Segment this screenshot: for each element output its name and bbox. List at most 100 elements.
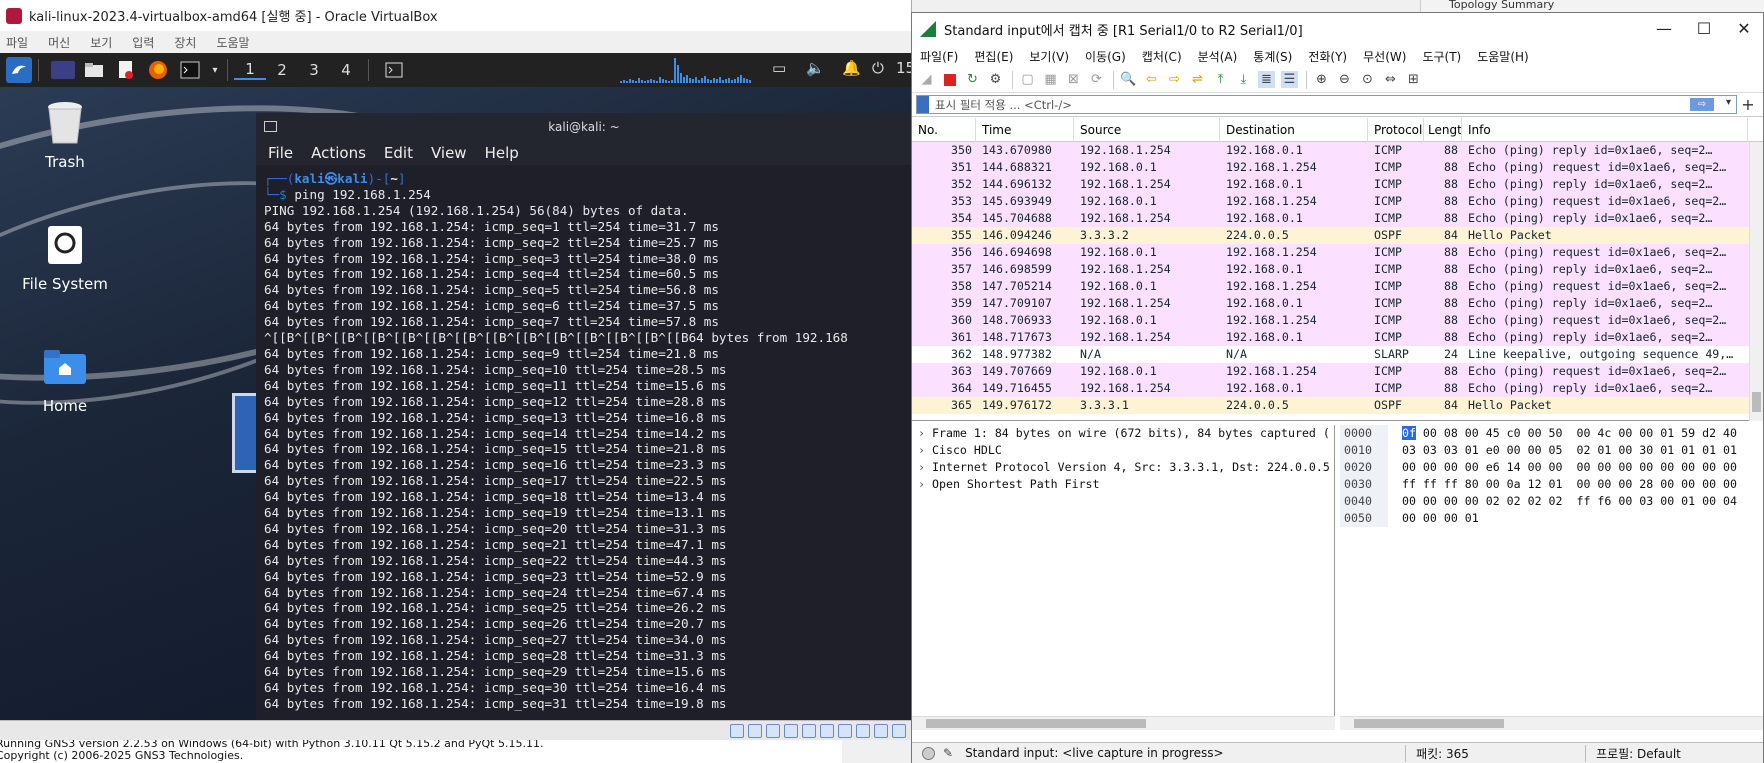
cpu-status-icon[interactable] xyxy=(874,724,888,738)
zoom-out-icon[interactable]: ⊖ xyxy=(1336,71,1353,88)
desktop-icon-trash[interactable]: Trash xyxy=(10,101,120,171)
column-protocol[interactable]: Protocol xyxy=(1368,117,1424,142)
mouse-status-icon[interactable] xyxy=(892,724,906,738)
bytes-row[interactable]: 0030 ff ff ff 80 00 0a 12 01 00 00 00 28… xyxy=(1340,476,1763,493)
last-packet-icon[interactable]: ⤓ xyxy=(1235,71,1252,88)
details-hscrollbar[interactable] xyxy=(912,716,1335,730)
go-back-icon[interactable]: ⇦ xyxy=(1143,71,1160,88)
ws-menu-telephony[interactable]: 전화(Y) xyxy=(1308,48,1347,65)
packet-row[interactable]: 360 148.706933 192.168.0.1 192.168.1.254 ICM… xyxy=(912,312,1763,329)
profile-indicator[interactable]: 프로필: Default xyxy=(1585,744,1681,762)
detail-row-frame[interactable]: › Frame 1: 84 bytes on wire (672 bits), 8… xyxy=(912,425,1334,442)
scrollbar-thumb[interactable] xyxy=(1752,392,1761,412)
recording-status-icon[interactable] xyxy=(856,724,870,738)
detail-row-ipv4[interactable]: › Internet Protocol Version 4, Src: 3.3.3… xyxy=(912,459,1334,476)
comment-icon[interactable]: ✎ xyxy=(943,746,953,760)
vbox-menu-devices[interactable]: 장치 xyxy=(174,34,196,51)
layout-icon[interactable]: ⊞ xyxy=(1405,71,1422,88)
colorize-icon[interactable]: ☰ xyxy=(1281,71,1298,88)
file-manager-icon[interactable] xyxy=(81,57,107,83)
show-desktop-icon[interactable] xyxy=(51,61,75,79)
active-window-terminal-icon[interactable] xyxy=(381,57,407,83)
clock[interactable]: 15 xyxy=(896,59,912,77)
ws-menu-capture[interactable]: 캡처(C) xyxy=(1142,48,1182,65)
reload-file-icon[interactable]: ⟳ xyxy=(1088,71,1105,88)
chevron-down-icon[interactable]: ▾ xyxy=(1726,97,1731,108)
packet-row[interactable]: 358 147.705214 192.168.0.1 192.168.1.254 ICM… xyxy=(912,278,1763,295)
stop-capture-icon[interactable] xyxy=(941,71,958,88)
resize-columns-icon[interactable]: ⇔ xyxy=(1382,71,1399,88)
bytes-row[interactable]: 0050 00 00 00 01 xyxy=(1340,510,1763,527)
ws-menu-help[interactable]: 도움말(H) xyxy=(1477,48,1529,65)
bytes-row[interactable]: 0020 00 00 00 00 e6 14 00 00 00 00 00 00… xyxy=(1340,459,1763,476)
audio-status-icon[interactable] xyxy=(766,724,780,738)
packet-row[interactable]: 361 148.717673 192.168.1.254 192.168.0.1 ICM… xyxy=(912,329,1763,346)
packet-row[interactable]: 363 149.707669 192.168.0.1 192.168.1.254 ICM… xyxy=(912,363,1763,380)
workspace-1[interactable]: 1 xyxy=(234,60,266,80)
bytes-row[interactable]: 0000 0f 00 08 00 45 c0 00 50 00 4c 00 00… xyxy=(1340,425,1763,442)
column-destination[interactable]: Destination xyxy=(1220,117,1368,142)
chevron-down-icon[interactable]: ▾ xyxy=(209,57,221,83)
bytes-row[interactable]: 0010 03 03 03 01 e0 00 00 05 02 01 00 30… xyxy=(1340,442,1763,459)
terminal-menu-edit[interactable]: Edit xyxy=(384,144,413,162)
detail-row-hdlc[interactable]: › Cisco HDLC xyxy=(912,442,1334,459)
wireshark-title-bar[interactable]: Standard input에서 캡처 중 [R1 Serial1/0 to R… xyxy=(912,13,1763,45)
packet-row[interactable]: 357 146.698599 192.168.1.254 192.168.0.1 ICM… xyxy=(912,261,1763,278)
minimize-icon[interactable]: — xyxy=(1649,19,1679,38)
column-length[interactable]: Lengt xyxy=(1424,117,1462,142)
find-packet-icon[interactable]: 🔍 xyxy=(1120,71,1137,88)
bytes-hscrollbar[interactable] xyxy=(1340,716,1763,730)
autoscroll-icon[interactable]: ≣ xyxy=(1258,71,1275,88)
close-file-icon[interactable]: ⊠ xyxy=(1065,71,1082,88)
vbox-menu-view[interactable]: 보기 xyxy=(90,34,112,51)
packet-row[interactable]: 353 145.693949 192.168.0.1 192.168.1.254 ICM… xyxy=(912,193,1763,210)
desktop-icon-home[interactable]: Home xyxy=(10,345,120,415)
vbox-menu-file[interactable]: 파일 xyxy=(6,34,28,51)
packet-row[interactable]: 351 144.688321 192.168.0.1 192.168.1.254 ICM… xyxy=(912,159,1763,176)
workspace-2[interactable]: 2 xyxy=(266,61,298,79)
selected-byte[interactable]: 0f xyxy=(1401,426,1416,440)
vbox-menu-machine[interactable]: 머신 xyxy=(48,34,70,51)
optical-status-icon[interactable] xyxy=(748,724,762,738)
close-icon[interactable]: ✕ xyxy=(1729,19,1759,38)
text-editor-icon[interactable] xyxy=(113,57,139,83)
terminal-launcher-icon[interactable] xyxy=(177,57,203,83)
packet-row[interactable]: 355 146.094246 3.3.3.2 224.0.0.5 OSPF 84 Hello… xyxy=(912,227,1763,244)
workspace-3[interactable]: 3 xyxy=(298,61,330,79)
ws-menu-go[interactable]: 이동(G) xyxy=(1085,48,1126,65)
apply-filter-icon[interactable]: ⇨ xyxy=(1690,98,1714,111)
ws-menu-view[interactable]: 보기(V) xyxy=(1029,48,1069,65)
open-file-icon[interactable]: ▢ xyxy=(1019,71,1036,88)
packet-row[interactable]: 364 149.716455 192.168.1.254 192.168.0.1 ICM… xyxy=(912,380,1763,397)
display-status-icon[interactable] xyxy=(838,724,852,738)
zoom-in-icon[interactable]: ⊕ xyxy=(1313,71,1330,88)
terminal-menu-help[interactable]: Help xyxy=(485,144,519,162)
capture-options-icon[interactable]: ⚙ xyxy=(987,71,1004,88)
expert-info-icon[interactable] xyxy=(922,746,935,760)
vbox-title-bar[interactable]: kali-linux-2023.4-virtualbox-amd64 [실행 중… xyxy=(0,0,911,31)
terminal-menu-actions[interactable]: Actions xyxy=(311,144,366,162)
desktop-icon-file-system[interactable]: File System xyxy=(10,223,120,293)
display-icon[interactable]: ▭ xyxy=(772,59,786,77)
ws-menu-edit[interactable]: 편집(E) xyxy=(974,48,1013,65)
kali-menu-icon[interactable] xyxy=(6,57,32,83)
filter-bookmark-icon[interactable] xyxy=(917,96,929,113)
packet-row[interactable]: 362 148.977382 N/A N/A SLARP 24 Line keepalive… xyxy=(912,346,1763,363)
ws-menu-file[interactable]: 파일(F) xyxy=(920,48,958,65)
packet-row[interactable]: 359 147.709107 192.168.1.254 192.168.0.1 ICM… xyxy=(912,295,1763,312)
shared-folder-status-icon[interactable] xyxy=(820,724,834,738)
usb-status-icon[interactable] xyxy=(802,724,816,738)
packet-row[interactable]: 356 146.694698 192.168.0.1 192.168.1.254 ICM… xyxy=(912,244,1763,261)
packet-row[interactable]: 365 149.976172 3.3.3.1 224.0.0.5 OSPF 84 Hello… xyxy=(912,397,1763,414)
terminal-menu-view[interactable]: View xyxy=(431,144,467,162)
vbox-menu-help[interactable]: 도움말 xyxy=(216,34,249,51)
ws-menu-statistics[interactable]: 통계(S) xyxy=(1253,48,1292,65)
restart-capture-icon[interactable]: ↻ xyxy=(964,71,981,88)
normal-size-icon[interactable]: ⊙ xyxy=(1359,71,1376,88)
column-time[interactable]: Time xyxy=(976,117,1074,142)
network-status-icon[interactable] xyxy=(784,724,798,738)
packet-row[interactable]: 352 144.696132 192.168.1.254 192.168.0.1 ICM… xyxy=(912,176,1763,193)
terminal-output[interactable]: ┌──(kali㉿kali)-[~] └─$ ping 192.168.1.254… xyxy=(256,165,912,720)
vbox-menu-input[interactable]: 입력 xyxy=(132,34,154,51)
workspace-4[interactable]: 4 xyxy=(330,61,362,79)
